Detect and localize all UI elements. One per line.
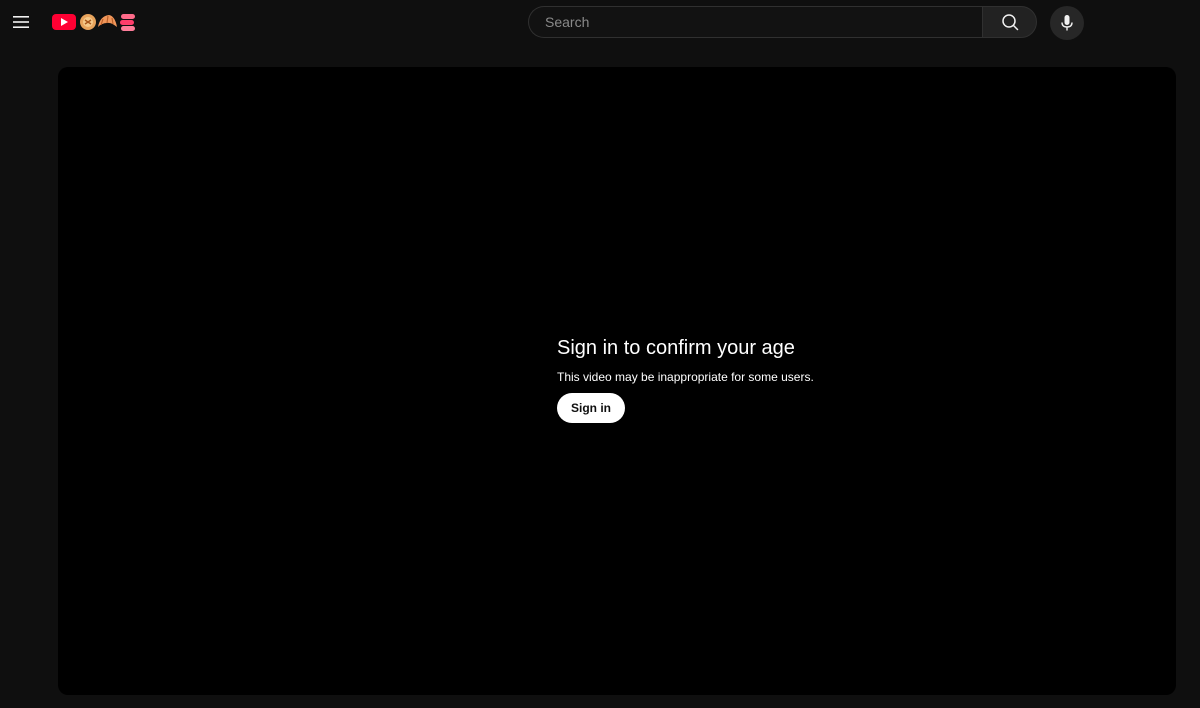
voice-search-button[interactable] <box>1050 6 1084 40</box>
microphone-icon <box>1061 15 1073 31</box>
doodle-logo-icon <box>52 14 135 31</box>
age-gate-title: Sign in to confirm your age <box>557 337 795 359</box>
age-gate-subtitle: This video may be inappropriate for some… <box>557 370 814 384</box>
search-box <box>528 6 982 38</box>
search-icon <box>1001 14 1018 31</box>
search-button[interactable] <box>982 6 1037 38</box>
search-input[interactable] <box>543 13 968 31</box>
age-gate: Sign in to confirm your age This video m… <box>557 337 814 423</box>
top-bar <box>0 0 1200 44</box>
hamburger-menu-icon <box>13 16 29 28</box>
video-player: Sign in to confirm your age This video m… <box>58 67 1176 695</box>
home-logo[interactable] <box>51 11 137 33</box>
sign-in-button[interactable]: Sign in <box>557 393 625 423</box>
guide-menu-button[interactable] <box>8 8 36 36</box>
